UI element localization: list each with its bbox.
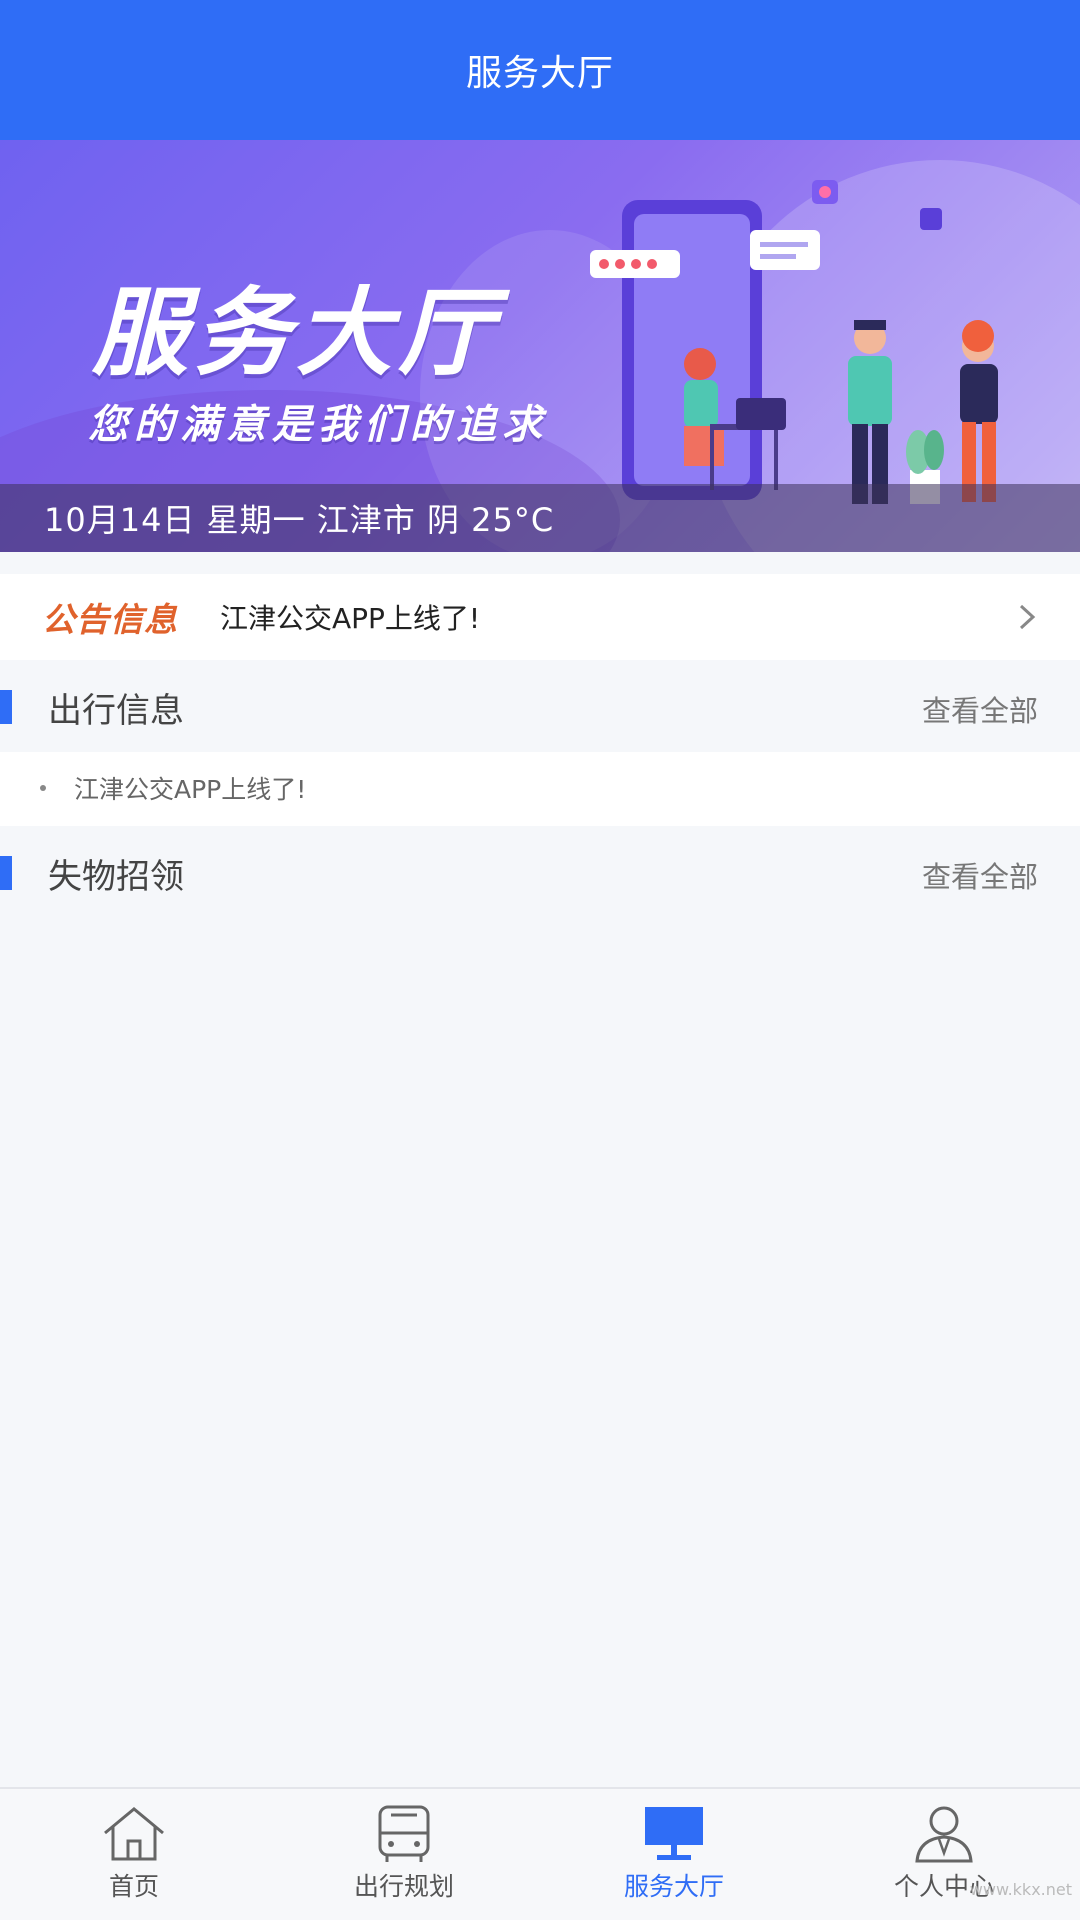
tab-service-hall[interactable]: 服务大厅 [574, 1803, 774, 1913]
section-accent-bar [0, 690, 12, 724]
bottom-tab-bar: 首页 出行规划 服务大厅 个人中心 [0, 1787, 1080, 1920]
section-title: 失物招领 [48, 856, 184, 897]
view-all-lost-found-link[interactable]: 查看全部 [922, 854, 1038, 896]
banner-subtitle: 您的满意是我们的追求 [88, 402, 548, 448]
monitor-icon [645, 1807, 703, 1860]
section-title: 出行信息 [48, 690, 184, 731]
watermark: www.kkx.net [969, 1880, 1072, 1899]
bullet-icon [40, 785, 46, 791]
list-item-text: 江津公交APP上线了! [74, 775, 307, 804]
weather-bar: 10月14日 星期一 江津市 阴 25°C [0, 484, 1080, 552]
section-accent-bar [0, 856, 12, 890]
tab-trip-planning[interactable]: 出行规划 [304, 1803, 504, 1913]
section-lost-found-header: 失物招领 查看全部 [0, 828, 1080, 918]
chevron-right-icon [1019, 604, 1036, 630]
list-item[interactable]: 江津公交APP上线了! [40, 770, 306, 806]
banner[interactable]: 服务大厅 您的满意是我们的追求 10月14日 星期一 江津市 阴 25°C [0, 140, 1080, 552]
banner-title: 服务大厅 [92, 277, 500, 389]
notice-bar[interactable]: 公告信息 江津公交APP上线了! [0, 574, 1080, 660]
user-icon [915, 1806, 973, 1863]
home-icon [104, 1807, 164, 1861]
tab-label: 出行规划 [353, 1872, 454, 1901]
travel-list: 江津公交APP上线了! [0, 752, 1080, 826]
view-all-travel-link[interactable]: 查看全部 [922, 688, 1038, 730]
weather-text: 10月14日 星期一 江津市 阴 25°C [44, 501, 555, 539]
header: 服务大厅 [0, 0, 1080, 140]
tab-label: 首页 [108, 1872, 159, 1901]
tab-home[interactable]: 首页 [34, 1803, 234, 1913]
page-title: 服务大厅 [465, 53, 614, 94]
section-travel-header: 出行信息 查看全部 [0, 662, 1080, 752]
notice-tag: 公告信息 [42, 600, 178, 639]
bus-icon [378, 1805, 430, 1862]
page: 服务大厅 服务大厅 您的满意是我们的追求 10月14日 星期一 江津市 阴 25… [0, 0, 1080, 1920]
notice-text: 江津公交APP上线了! [220, 602, 481, 635]
tab-label: 服务大厅 [623, 1872, 724, 1901]
